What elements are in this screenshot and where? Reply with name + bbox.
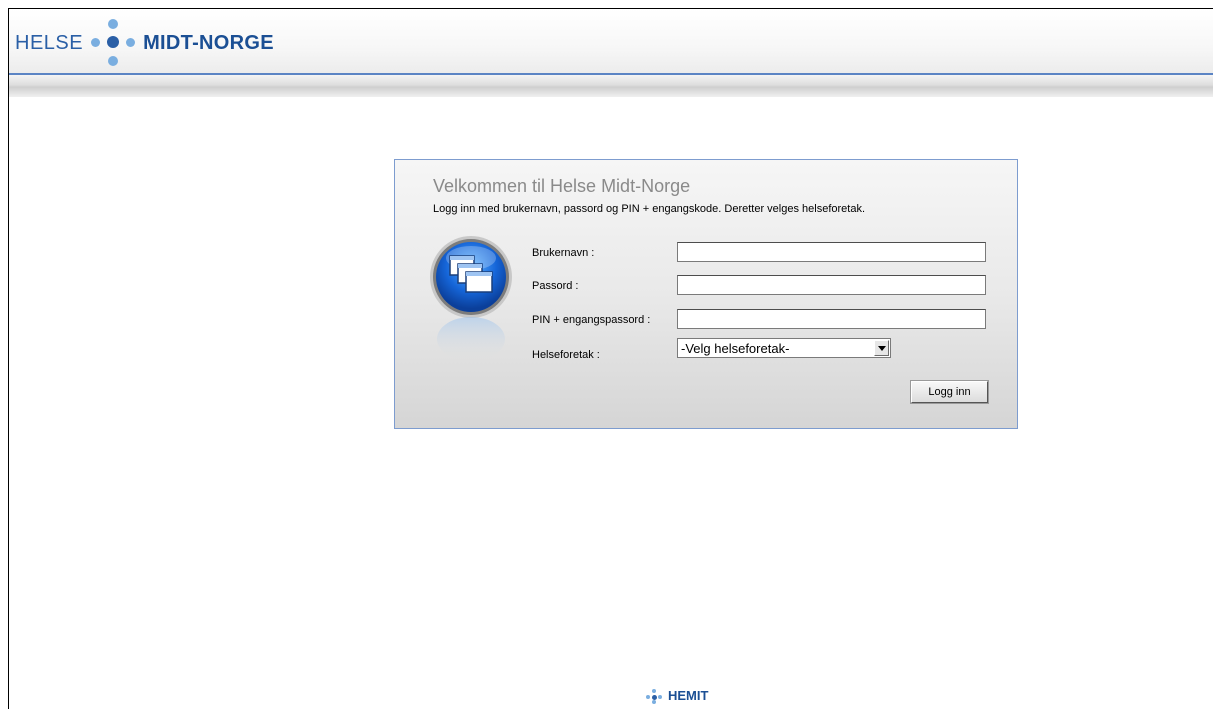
header-divider-bar bbox=[9, 75, 1213, 97]
helseforetak-label: Helseforetak : bbox=[532, 349, 600, 361]
login-button[interactable]: Logg inn bbox=[910, 380, 989, 404]
hemit-text: HEMIT bbox=[668, 688, 709, 703]
page-frame: HELSE MIDT-NORGE Velkommen til Helse Mid… bbox=[8, 8, 1213, 709]
welcome-title: Velkommen til Helse Midt-Norge bbox=[433, 176, 691, 196]
login-panel: Velkommen til Helse Midt-Norge Logg inn … bbox=[394, 159, 1018, 429]
helseforetak-selected-value: -Velg helseforetak- bbox=[681, 341, 790, 356]
helseforetak-select[interactable]: -Velg helseforetak- bbox=[677, 338, 891, 358]
logo-text-helse: HELSE bbox=[15, 31, 84, 54]
password-label: Passord : bbox=[532, 280, 579, 292]
logo-text-midt-norge: MIDT-NORGE bbox=[143, 31, 274, 54]
welcome-instructions: Logg inn med brukernavn, passord og PIN … bbox=[433, 203, 866, 215]
username-field[interactable] bbox=[677, 242, 986, 262]
hemit-logo: HEMIT bbox=[644, 688, 709, 704]
password-field[interactable] bbox=[677, 275, 986, 295]
pin-otp-field[interactable] bbox=[677, 309, 986, 329]
username-label: Brukernavn : bbox=[532, 247, 595, 259]
hemit-dots-icon bbox=[644, 688, 664, 704]
logo-dots-icon bbox=[89, 19, 137, 67]
windows-stack-icon bbox=[428, 234, 514, 364]
pin-label: PIN + engangspassord : bbox=[532, 314, 651, 326]
header: HELSE MIDT-NORGE bbox=[9, 9, 1213, 75]
chevron-down-icon[interactable] bbox=[874, 340, 889, 356]
helse-midt-norge-logo: HELSE MIDT-NORGE bbox=[15, 17, 274, 69]
